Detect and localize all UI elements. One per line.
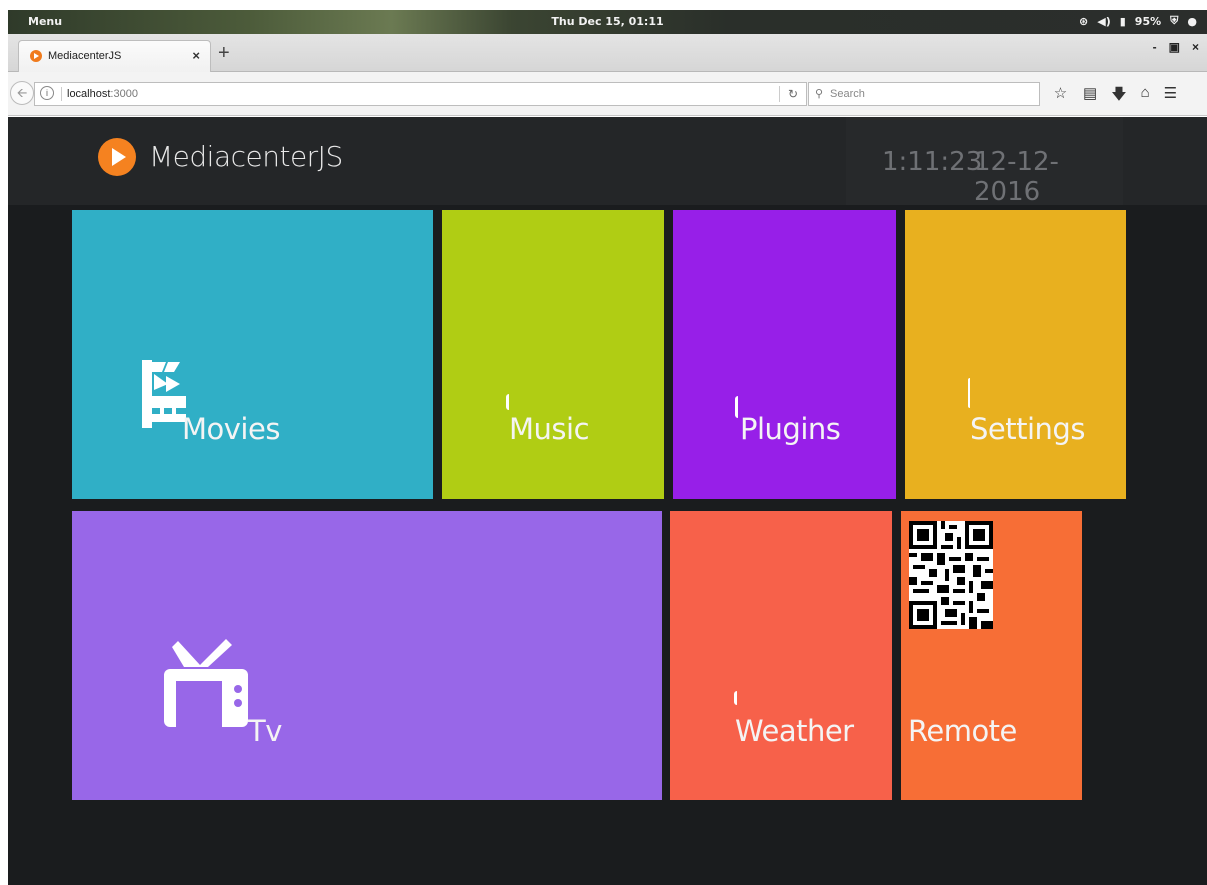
music-icon: [506, 394, 509, 410]
tab-title: MediacenterJS: [48, 50, 122, 62]
clapperboard-icon: [142, 360, 186, 428]
tile-remote[interactable]: Remote: [901, 511, 1082, 800]
urlbar-divider: [61, 87, 62, 101]
maximize-button[interactable]: ▣: [1169, 40, 1180, 54]
reading-list-icon[interactable]: ▤: [1083, 84, 1097, 109]
toolbar-icons: ☆ ▤ 🡇 ⌂ ☰: [1052, 84, 1177, 109]
desktop-clock[interactable]: Thu Dec 15, 01:11: [8, 15, 1207, 28]
tile-remote-label: Remote: [908, 714, 1017, 748]
plugins-icon: [735, 396, 738, 418]
url-host: localhost: [67, 88, 111, 100]
hamburger-menu-icon[interactable]: ☰: [1164, 84, 1177, 109]
reload-divider: [779, 86, 780, 102]
battery-percentage: 95%: [1134, 14, 1162, 28]
app-brand-title[interactable]: MediacenterJS: [149, 140, 343, 173]
shield-icon[interactable]: ⛨: [1170, 14, 1178, 28]
browser-nav-bar: 🡨 i localhost:3000 ↻ ⚲ Search ☆ ▤ 🡇 ⌂ ☰: [8, 72, 1207, 116]
close-window-button[interactable]: ×: [1192, 40, 1199, 54]
mediacenter-page: MediacenterJS 1:11:23 12-12-2016 Movies …: [8, 117, 1207, 885]
close-tab-button[interactable]: ×: [192, 48, 200, 63]
tile-tv[interactable]: Tv: [72, 511, 662, 800]
address-bar[interactable]: i localhost:3000 ↻: [34, 82, 807, 106]
weather-icon: [734, 691, 737, 705]
gear-icon: [968, 378, 970, 408]
app-header: MediacenterJS 1:11:23 12-12-2016: [8, 117, 1207, 207]
mediacenterjs-favicon-icon: [30, 50, 42, 62]
qr-code-icon: [909, 521, 993, 629]
tv-icon: [164, 639, 248, 727]
window-controls: - ▣ ×: [1153, 40, 1199, 54]
tile-movies[interactable]: Movies: [72, 210, 433, 499]
header-clock: 1:11:23 12-12-2016: [846, 117, 1123, 207]
search-field[interactable]: ⚲ Search: [808, 82, 1040, 106]
home-icon[interactable]: ⌂: [1141, 84, 1150, 109]
tile-music[interactable]: Music: [442, 210, 664, 499]
bookmark-star-icon[interactable]: ☆: [1052, 84, 1069, 109]
new-tab-button[interactable]: +: [218, 43, 230, 63]
desktop-top-panel: Menu Thu Dec 15, 01:11 ⊛ ◀) ▮ 95% ⛨ ●: [8, 10, 1207, 34]
search-icon: ⚲: [815, 88, 824, 100]
minimize-button[interactable]: -: [1153, 40, 1157, 54]
header-date: 12-12-2016: [974, 147, 1059, 207]
browser-tab-mediacenterjs[interactable]: MediacenterJS ×: [18, 40, 211, 72]
reload-icon[interactable]: ↻: [788, 87, 798, 101]
tile-settings-label: Settings: [970, 412, 1085, 446]
tile-settings[interactable]: Settings: [905, 210, 1126, 499]
tile-plugins-label: Plugins: [740, 412, 841, 446]
url-text[interactable]: localhost:3000: [67, 88, 138, 100]
tile-weather-label: Weather: [735, 714, 854, 748]
tile-music-label: Music: [509, 412, 590, 446]
downloads-arrow-icon[interactable]: 🡇: [1111, 84, 1126, 109]
browser-tab-bar: MediacenterJS × + - ▣ ×: [8, 34, 1207, 72]
tile-weather[interactable]: Weather: [670, 511, 892, 800]
battery-icon[interactable]: ▮: [1120, 15, 1126, 28]
tile-tv-label: Tv: [248, 714, 282, 748]
volume-icon[interactable]: ◀): [1097, 15, 1111, 28]
tile-movies-label: Movies: [182, 412, 280, 446]
url-port: :3000: [110, 88, 138, 100]
back-arrow-icon[interactable]: 🡨: [10, 81, 34, 105]
user-icon[interactable]: ●: [1187, 15, 1197, 28]
wifi-icon[interactable]: ⊛: [1079, 15, 1088, 28]
mediacenterjs-logo-icon[interactable]: [98, 138, 136, 176]
system-tray: ⊛ ◀) ▮ 95% ⛨ ●: [1079, 14, 1197, 28]
search-placeholder: Search: [830, 88, 865, 100]
info-icon[interactable]: i: [40, 86, 54, 100]
tile-plugins[interactable]: Plugins: [673, 210, 896, 499]
header-time: 1:11:23: [882, 147, 983, 177]
